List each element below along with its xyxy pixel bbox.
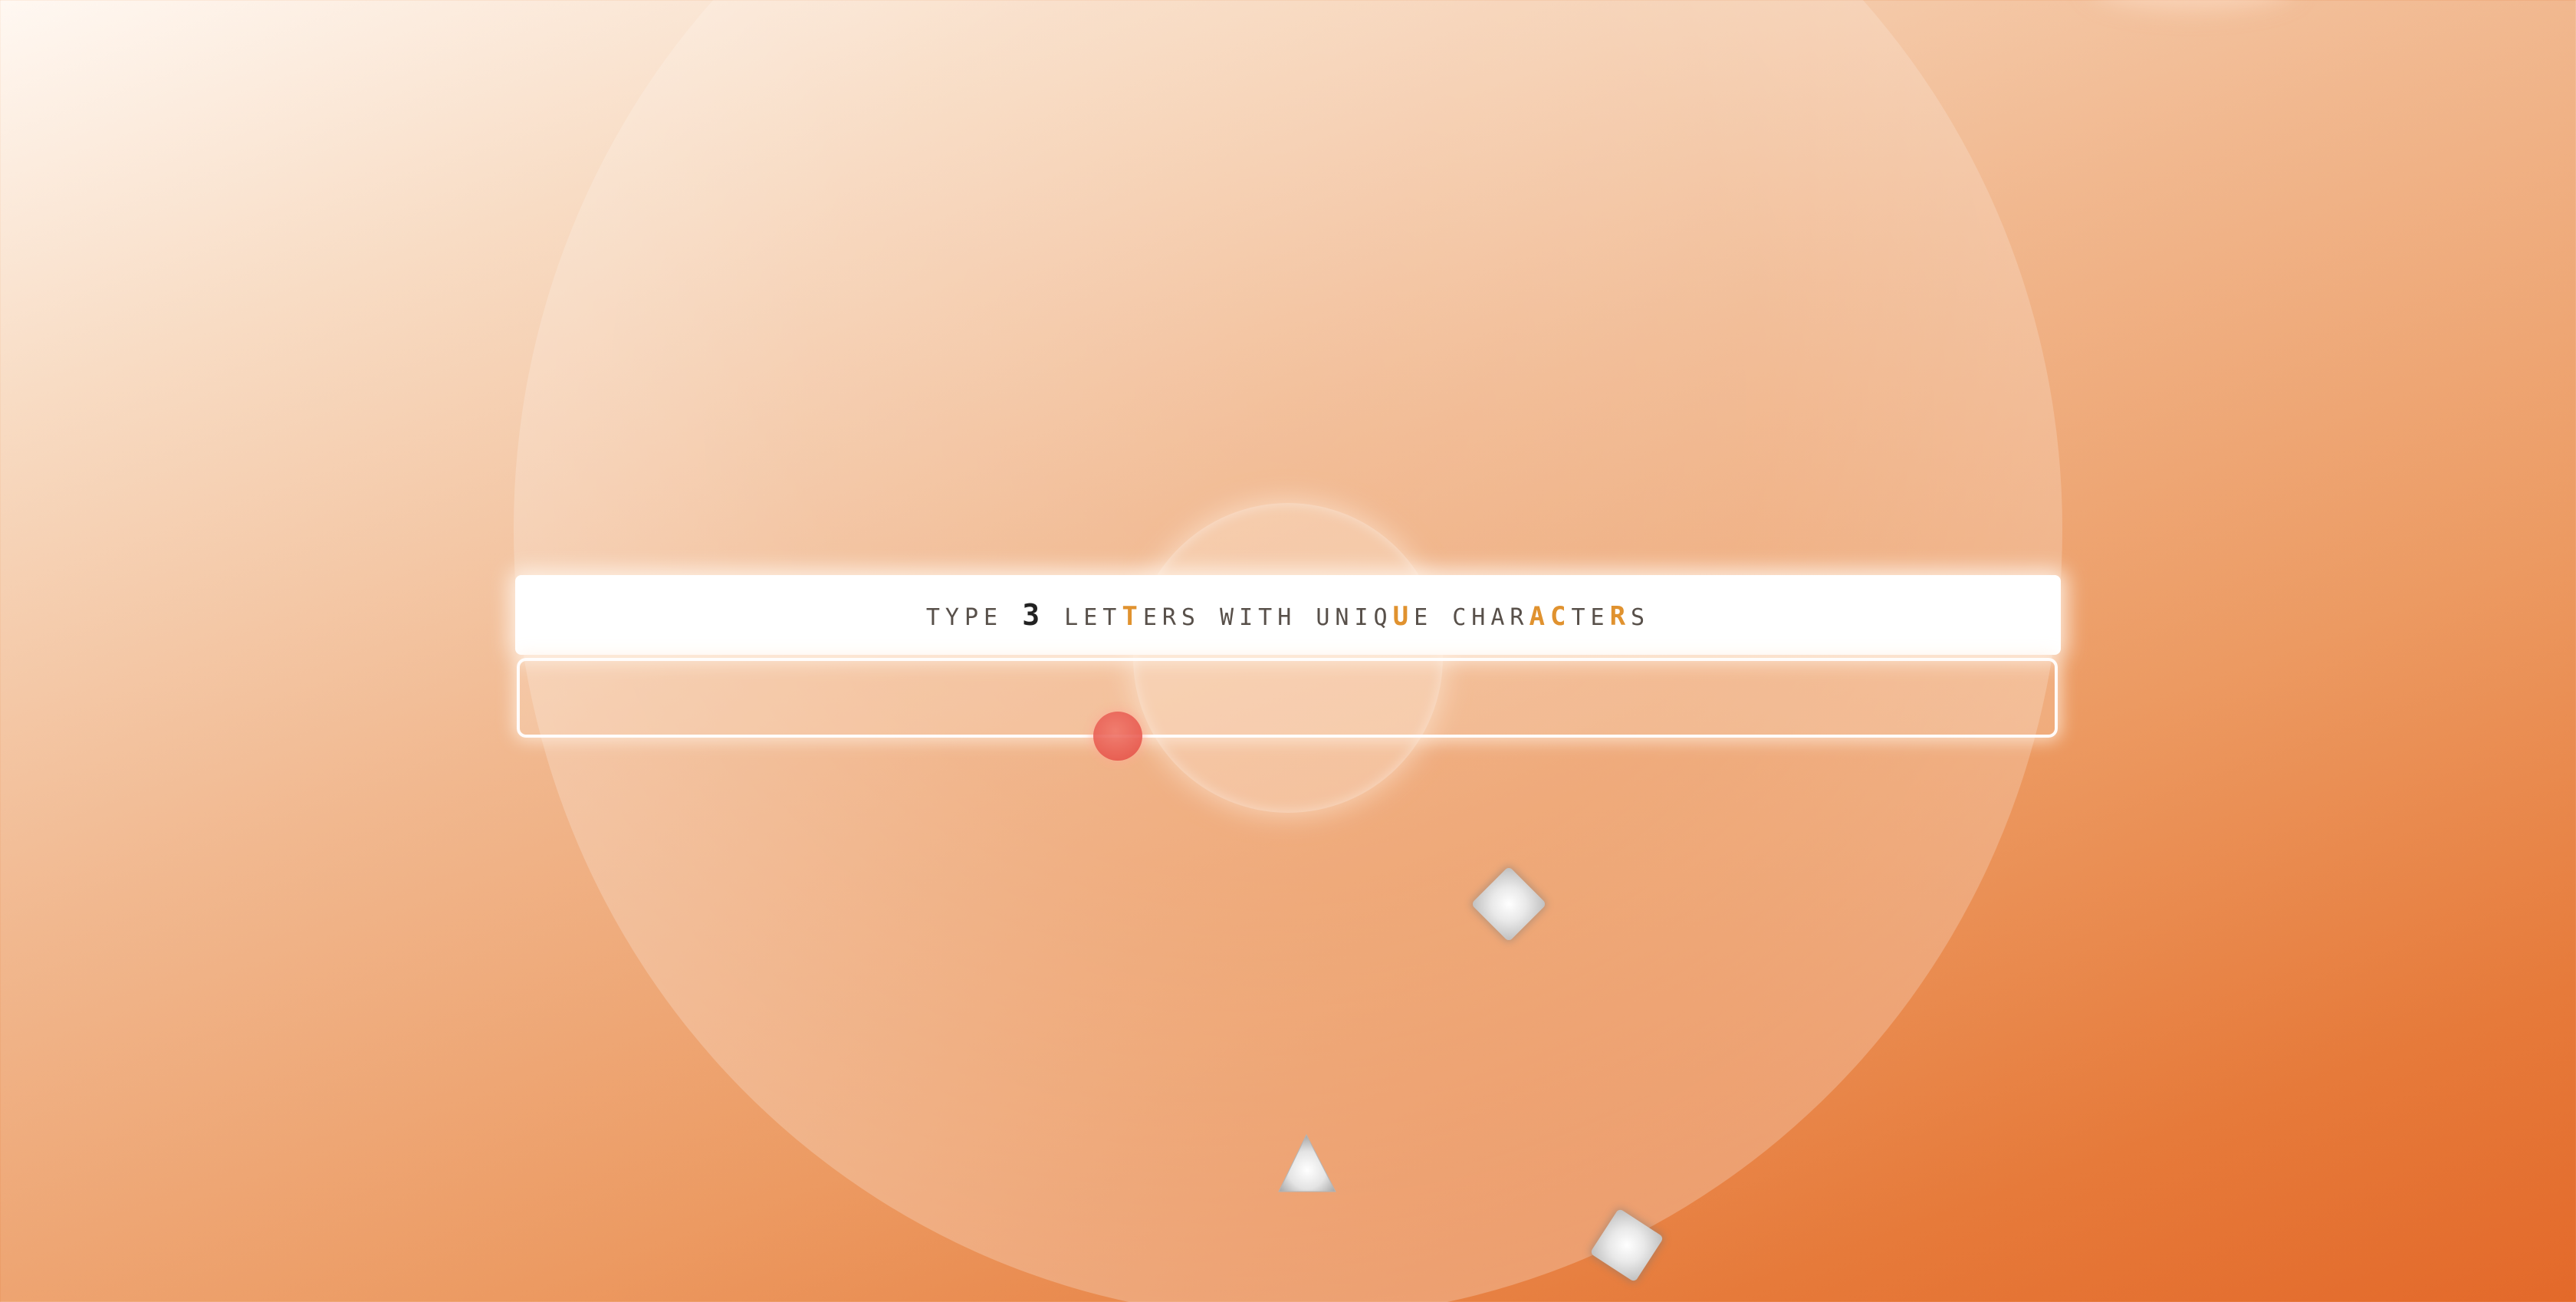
prompt-number: 3 <box>1022 598 1046 632</box>
prompt-highlight: R <box>1609 601 1631 632</box>
prompt-text: TYPE 3 LETTERS WITH UNIQUE CHARACTERS <box>926 598 1650 632</box>
red-ball <box>1093 712 1142 761</box>
prompt-highlight: U <box>1392 601 1414 632</box>
prompt-highlight: AC <box>1529 601 1572 632</box>
prompt-segment: TE <box>1571 604 1610 631</box>
answer-input[interactable] <box>517 658 2058 738</box>
prompt-highlight: T <box>1122 601 1143 632</box>
prompt-segment: LET <box>1045 604 1122 631</box>
prompt-prefix: TYPE <box>925 604 1023 631</box>
prompt-segment: ERS WITH UNIQ <box>1142 604 1393 631</box>
prompt-bar: TYPE 3 LETTERS WITH UNIQUE CHARACTERS <box>515 575 2061 655</box>
prompt-suffix: S <box>1631 604 1651 631</box>
prompt-segment: E CHAR <box>1414 604 1530 631</box>
